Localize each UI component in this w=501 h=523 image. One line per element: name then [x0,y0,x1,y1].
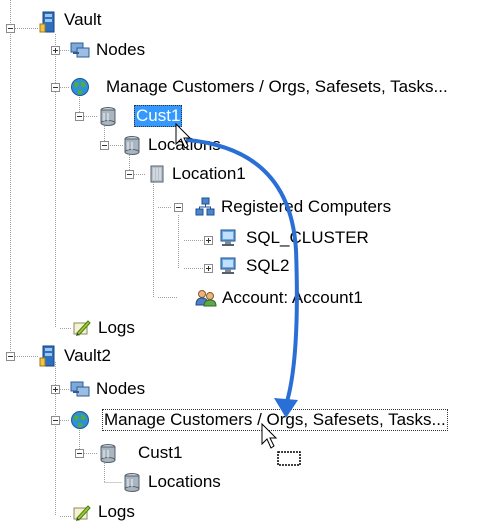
network-icon [195,197,215,216]
collapse-vault-toggle[interactable] [6,24,15,33]
tree-item-account[interactable]: Account: Account1 [220,287,365,309]
tree-item-location1[interactable]: Location1 [170,163,248,185]
collapse-cust1-toggle[interactable] [75,112,84,121]
tree-item-registered-computers[interactable]: Registered Computers [219,196,393,218]
vault-icon [39,11,55,33]
collapse-location1-toggle[interactable] [125,170,134,179]
tree-item-vault2[interactable]: Vault2 [62,345,113,367]
tree-item-vault[interactable]: Vault [62,9,104,31]
expand-nodes-toggle[interactable] [51,46,60,55]
expand-nodes2-toggle[interactable] [51,385,60,394]
tree-item-nodes[interactable]: Nodes [94,39,147,61]
computer-icon [220,229,236,246]
globe-icon [71,411,89,429]
database-icon [100,444,116,463]
nodes-icon [70,381,90,397]
tree-item-computer[interactable]: SQL2 [244,255,291,277]
globe-icon [71,78,89,96]
collapse-locations-toggle[interactable] [100,141,109,150]
location-icon [150,165,164,183]
database-icon [100,107,116,126]
tree-item-cust1[interactable]: Cust1 [134,105,183,127]
tree-item-manage-customers-drop-target[interactable]: Manage Customers / Orgs, Safesets, Tasks… [102,409,448,431]
expand-sql-cluster-toggle[interactable] [204,236,213,245]
tree-item-cust1[interactable]: Cust1 [136,442,184,464]
tree-item-logs[interactable]: Logs [96,501,137,523]
tree-item-computer[interactable]: SQL_CLUSTER [244,227,371,249]
collapse-manage-toggle[interactable] [51,83,60,92]
account-icon [195,290,217,307]
tree-item-manage-customers[interactable]: Manage Customers / Orgs, Safesets, Tasks… [104,76,450,98]
collapse-vault2-toggle[interactable] [6,352,15,361]
tree-item-logs[interactable]: Logs [96,317,137,339]
collapse-cust1-2-toggle[interactable] [75,449,84,458]
nodes-icon [70,42,90,58]
vault-icon [39,345,55,367]
database-icon [124,136,140,155]
logs-icon [73,505,91,521]
computer-icon [220,257,236,274]
tree-view[interactable]: Vault Nodes Manage Customers / Orgs, Saf… [0,0,501,523]
expand-sql2-toggle[interactable] [204,264,213,273]
tree-item-nodes[interactable]: Nodes [94,378,147,400]
collapse-registered-toggle[interactable] [174,203,183,212]
tree-item-locations[interactable]: Locations [146,471,223,493]
collapse-manage2-toggle[interactable] [51,416,60,425]
database-icon [124,473,140,492]
tree-item-locations[interactable]: Locations [146,134,223,156]
logs-icon [73,320,91,336]
